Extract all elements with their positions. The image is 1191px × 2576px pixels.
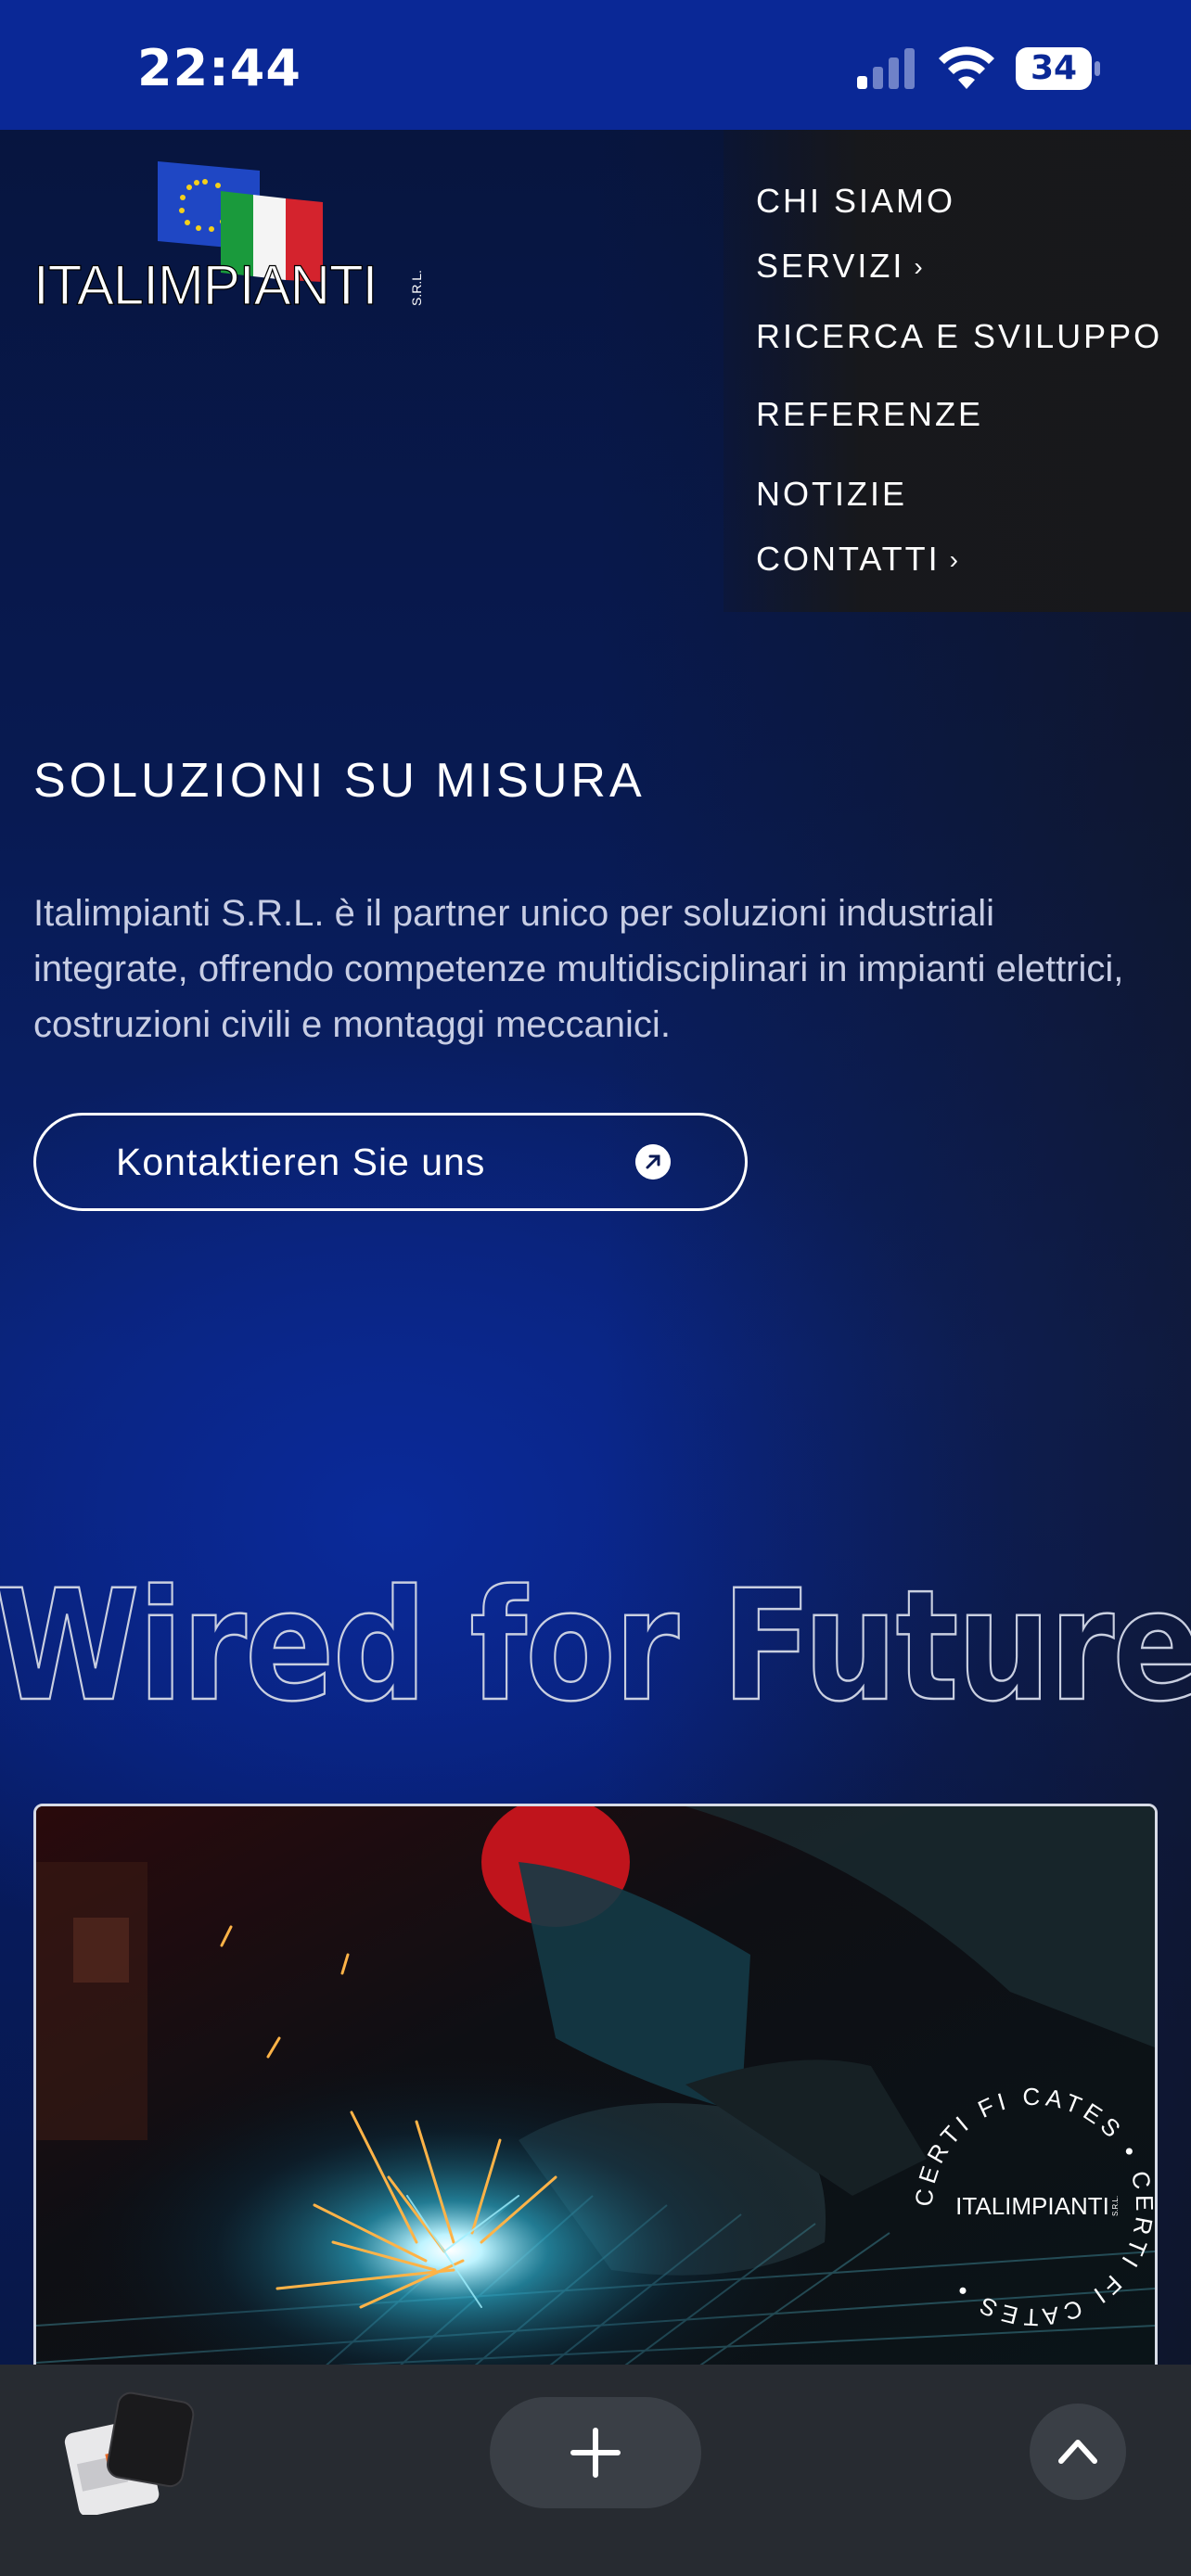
- nav-item-label: NOTIZIE: [756, 475, 907, 513]
- status-time: 22:44: [137, 39, 301, 97]
- cellular-signal-icon: [857, 48, 915, 89]
- scroll-up-button[interactable]: [1030, 2404, 1126, 2500]
- nav-item-label: RICERCA E SVILUPPO: [756, 317, 1163, 355]
- nav-item-label: CHI SIAMO: [756, 182, 956, 220]
- hero-description: Italimpianti S.R.L. è il partner unico p…: [33, 893, 1124, 1045]
- certificates-badge[interactable]: CERTI FI CATES • CERTI FI CATES • ITALIM…: [904, 2077, 1164, 2337]
- chevron-right-icon: ›: [949, 545, 961, 574]
- nav-item-label: SERVIZI: [756, 247, 905, 285]
- wifi-icon: [939, 46, 994, 89]
- nav-item-referenze[interactable]: REFERENZE: [756, 395, 983, 434]
- status-bar: 22:44 34: [0, 0, 1191, 130]
- cta-label: Kontaktieren Sie uns: [116, 1141, 486, 1183]
- nav-item-label: CONTATTI: [756, 540, 941, 578]
- chevron-right-icon: ›: [914, 252, 926, 281]
- nav-item-label: REFERENZE: [756, 395, 984, 433]
- nav-item-notizie[interactable]: NOTIZIE: [756, 475, 907, 514]
- chevron-up-icon: [1058, 2440, 1097, 2464]
- plus-icon: [570, 2428, 621, 2478]
- italimpianti-logo[interactable]: ITALIMPIANTI S.R.L.: [33, 158, 432, 315]
- arrow-up-right-icon: [635, 1144, 671, 1180]
- nav-item-contatti[interactable]: CONTATTI ›: [756, 540, 961, 579]
- badge-suffix: S.R.L.: [1111, 2196, 1120, 2216]
- nav-item-servizi[interactable]: SERVIZI ›: [756, 247, 926, 286]
- battery-level: 34: [1030, 49, 1078, 87]
- nav-item-ricerca-e-sviluppo[interactable]: RICERCA E SVILUPPO: [756, 317, 1162, 356]
- logo-text: ITALIMPIANTI: [33, 254, 377, 315]
- logo-suffix: S.R.L.: [409, 270, 424, 306]
- nav-item-chi-siamo[interactable]: CHI SIAMO: [756, 182, 955, 221]
- contact-cta-button[interactable]: Kontaktieren Sie uns: [33, 1113, 748, 1211]
- outline-headline: Wired for Future: [0, 1556, 1191, 1715]
- outline-headline-text: Wired for Future: [0, 1557, 1191, 1715]
- new-tab-button[interactable]: [490, 2397, 701, 2508]
- hero-title: SOLUZIONI SU MISURA: [33, 754, 646, 808]
- tab-switcher-icon[interactable]: [63, 2391, 200, 2515]
- badge-brand: ITALIMPIANTI: [955, 2192, 1109, 2220]
